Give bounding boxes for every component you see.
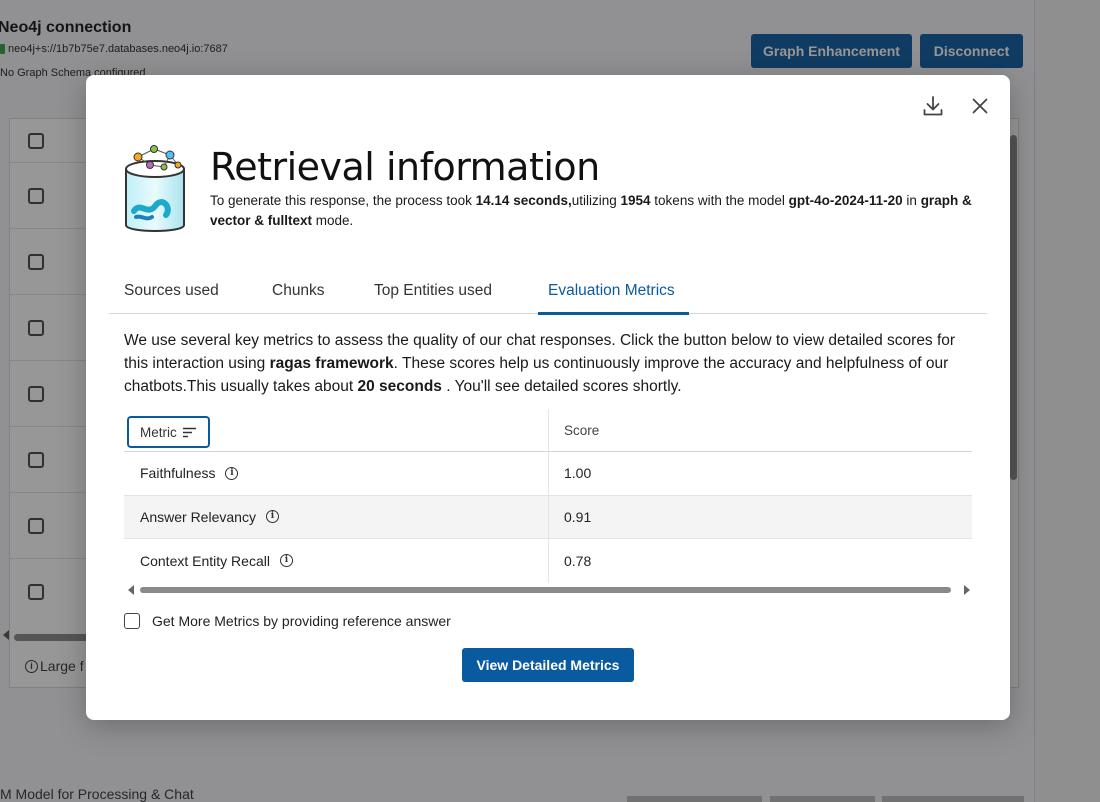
column-divider [548, 409, 549, 451]
intro-framework: ragas framework [269, 355, 394, 372]
metric-column-label: Metric [140, 424, 177, 440]
desc-tokens: 1954 [620, 193, 651, 208]
modal-description: To generate this response, the process t… [210, 191, 990, 231]
metric-name: Faithfulness [140, 465, 216, 482]
view-detailed-metrics-button[interactable]: View Detailed Metrics [462, 648, 634, 682]
intro-text: . You'll see detailed scores shortly. [441, 378, 682, 395]
metric-column-sort-button[interactable]: Metric [127, 416, 210, 448]
download-icon[interactable] [921, 94, 945, 118]
desc-text: tokens with the model [650, 193, 789, 208]
scrollbar-thumb[interactable] [140, 587, 951, 593]
modal-title: Retrieval information [210, 145, 600, 189]
score-column-label: Score [564, 423, 600, 438]
metrics-horizontal-scrollbar[interactable] [128, 585, 970, 595]
metrics-intro: We use several key metrics to assess the… [124, 329, 974, 398]
desc-text: To generate this response, the process t… [210, 193, 476, 208]
tab-evaluation-metrics[interactable]: Evaluation Metrics [538, 267, 689, 315]
metric-score: 1.00 [564, 465, 592, 482]
metric-name: Answer Relevancy [140, 508, 256, 525]
info-icon[interactable]: i [225, 466, 239, 480]
metric-name-cell: Context Entity Recall i [140, 539, 293, 583]
intro-duration: 20 seconds [357, 378, 442, 395]
metric-score: 0.91 [564, 508, 592, 525]
metrics-table: Metric Score Faithfulness i 1.00 Answer … [124, 409, 972, 583]
column-divider [548, 539, 549, 583]
tab-chunks[interactable]: Chunks [272, 267, 325, 314]
table-row: Answer Relevancy i 0.91 [124, 495, 972, 539]
metric-name-cell: Answer Relevancy i [140, 496, 279, 539]
tab-sources-used[interactable]: Sources used [124, 267, 219, 314]
desc-text: utilizing [571, 193, 621, 208]
table-row: Context Entity Recall i 0.78 [124, 539, 972, 583]
tab-bar: Sources used Chunks Top Entities used Ev… [109, 267, 987, 315]
close-icon[interactable] [968, 94, 992, 118]
table-row: Faithfulness i 1.00 [124, 452, 972, 496]
retrieval-info-modal: Retrieval information To generate this r… [86, 75, 1010, 720]
tab-top-entities-used[interactable]: Top Entities used [374, 267, 492, 314]
database-graph-icon [125, 145, 185, 232]
column-divider [548, 495, 549, 538]
desc-text: in [902, 193, 921, 208]
metric-name: Context Entity Recall [140, 552, 270, 569]
desc-model: gpt-4o-2024-11-20 [788, 193, 903, 208]
more-metrics-label: Get More Metrics by providing reference … [152, 613, 451, 629]
desc-text: mode. [312, 213, 354, 228]
metrics-table-header: Metric Score [124, 409, 972, 452]
desc-seconds: 14.14 seconds, [475, 193, 572, 208]
info-icon[interactable]: i [279, 554, 293, 568]
more-metrics-checkbox[interactable] [124, 613, 140, 629]
column-divider [548, 452, 549, 495]
scroll-left-icon[interactable] [128, 585, 134, 595]
metric-score: 0.78 [564, 552, 592, 569]
scroll-right-icon[interactable] [964, 585, 970, 595]
info-icon[interactable]: i [265, 510, 279, 524]
sort-lines-icon [182, 427, 196, 437]
more-metrics-option[interactable]: Get More Metrics by providing reference … [124, 613, 451, 629]
metric-name-cell: Faithfulness i [140, 452, 239, 495]
